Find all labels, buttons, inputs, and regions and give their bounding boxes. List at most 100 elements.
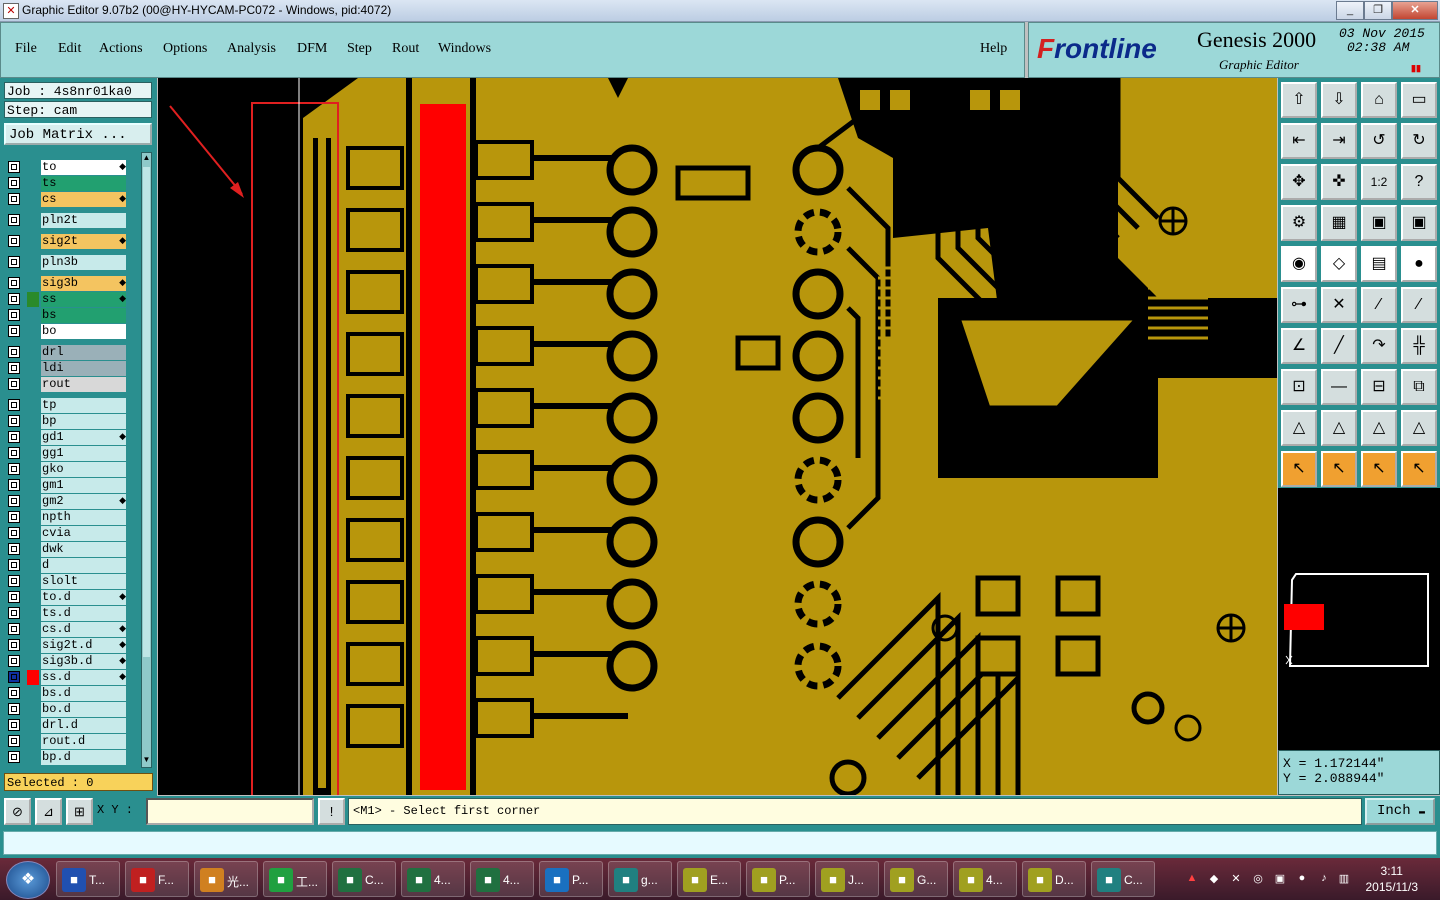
layer-checkbox[interactable]	[8, 325, 20, 337]
layer-name[interactable]: gm2	[41, 494, 126, 509]
layer-name[interactable]: bs	[41, 308, 126, 323]
menu-step[interactable]: Step	[347, 41, 372, 57]
angle-icon[interactable]: ∠	[1281, 328, 1317, 364]
taskbar-button[interactable]: ■ 4...	[470, 861, 534, 897]
highlighted-feature[interactable]	[420, 104, 466, 790]
overview-window[interactable]	[1278, 488, 1440, 750]
menu-actions[interactable]: Actions	[99, 41, 143, 57]
volume-icon[interactable]: ♪	[1317, 872, 1331, 886]
polygon-icon[interactable]: ◇	[1321, 246, 1357, 282]
menu-edit[interactable]: Edit	[58, 41, 81, 57]
layer-name[interactable]: cs	[41, 192, 126, 207]
layer-row-bp-d[interactable]: bp.d	[6, 750, 128, 765]
layer-row-cvia[interactable]: cvia	[6, 526, 128, 541]
triangle-icon[interactable]: △	[1281, 410, 1317, 446]
ruler-icon[interactable]: ▤	[1361, 246, 1397, 282]
center-icon[interactable]: ✜	[1321, 164, 1357, 200]
circle-icon[interactable]: ●	[1401, 246, 1437, 282]
layer-name[interactable]: pln2t	[41, 213, 126, 228]
clock[interactable]: 3:11 2015/11/3	[1366, 863, 1419, 895]
layer-checkbox[interactable]	[8, 751, 20, 763]
menu-file[interactable]: File	[15, 41, 37, 57]
layer-name[interactable]: tp	[41, 398, 126, 413]
taskbar-button[interactable]: ■ E...	[677, 861, 741, 897]
triangle-icon[interactable]: △	[1401, 410, 1437, 446]
taskbar-button[interactable]: ■ D...	[1022, 861, 1086, 897]
pan-left-icon[interactable]: ⇤	[1281, 123, 1317, 159]
taskbar-button[interactable]: ■ 光...	[194, 861, 258, 897]
cross-icon[interactable]: ✕	[1321, 287, 1357, 323]
layer-name[interactable]: bp	[41, 414, 126, 429]
taskbar-button[interactable]: ■ 4...	[953, 861, 1017, 897]
taskbar-button[interactable]: ■ J...	[815, 861, 879, 897]
tray-app-icon[interactable]: ◆	[1207, 872, 1221, 886]
layer-row-drl-d[interactable]: drl.d	[6, 718, 128, 733]
layer-name[interactable]: sig2t.d	[41, 638, 126, 653]
layer-row-rout-d[interactable]: rout.d	[6, 734, 128, 749]
layer-row-npth[interactable]: npth	[6, 510, 128, 525]
tray-app-icon[interactable]: ●	[1295, 872, 1309, 886]
triangle-icon[interactable]: △	[1321, 410, 1357, 446]
zoom-window-icon[interactable]: ▭	[1401, 82, 1437, 118]
layers-icon[interactable]: ▣	[1361, 205, 1397, 241]
layer-row-ss[interactable]: ss ◆	[6, 292, 128, 307]
layer-row-bo-d[interactable]: bo.d	[6, 702, 128, 717]
move-icon[interactable]: ⊡	[1281, 369, 1317, 405]
layer-checkbox[interactable]	[8, 193, 20, 205]
layer-name[interactable]: npth	[41, 510, 126, 525]
layer-row-ts-d[interactable]: ts.d	[6, 606, 128, 621]
layer-row-bo[interactable]: bo	[6, 324, 128, 339]
pointer-box-icon[interactable]: ↖	[1321, 451, 1357, 487]
net-icon[interactable]: ⊶	[1281, 287, 1317, 323]
layer-name[interactable]: ldi	[41, 361, 126, 376]
layer-checkbox[interactable]	[8, 495, 20, 507]
layer-name[interactable]: pln3b	[41, 255, 126, 270]
fit-all-icon[interactable]: ✥	[1281, 164, 1317, 200]
taskbar-button[interactable]: ■ 工...	[263, 861, 327, 897]
layer-name[interactable]: drl.d	[41, 718, 126, 733]
layer-checkbox[interactable]	[8, 479, 20, 491]
slash-icon[interactable]: ╱	[1321, 328, 1357, 364]
menu-rout[interactable]: Rout	[392, 41, 419, 57]
layer-checkbox[interactable]	[8, 463, 20, 475]
taskbar-button[interactable]: ■ 4...	[401, 861, 465, 897]
xy-input[interactable]	[146, 798, 314, 825]
tray-app-icon[interactable]: ✕	[1229, 872, 1243, 886]
layer-checkbox[interactable]	[8, 623, 20, 635]
layer-checkbox[interactable]	[8, 378, 20, 390]
scroll-down-icon[interactable]: ▼	[142, 755, 151, 767]
settings-icon[interactable]: ⚙	[1281, 205, 1317, 241]
layer-name[interactable]: gd1	[41, 430, 126, 445]
layer-name[interactable]: gm1	[41, 478, 126, 493]
layer-checkbox[interactable]	[8, 607, 20, 619]
layer-name[interactable]: dwk	[41, 542, 126, 557]
layer-checkbox[interactable]	[8, 399, 20, 411]
layer-name[interactable]: bo	[41, 324, 126, 339]
layer-list-scrollbar[interactable]: ▲ ▼	[141, 152, 152, 768]
layer-checkbox[interactable]	[8, 687, 20, 699]
layer-row-drl[interactable]: drl	[6, 345, 128, 360]
measure-icon[interactable]: ⊿	[35, 798, 62, 825]
scroll-thumb[interactable]	[143, 167, 150, 657]
tray-app-icon[interactable]: ▣	[1273, 872, 1287, 886]
pointer-path-icon[interactable]: ↖	[1401, 451, 1437, 487]
triangle-icon[interactable]: △	[1361, 410, 1397, 446]
layer-name[interactable]: to.d	[41, 590, 126, 605]
group-icon[interactable]: ⧉	[1401, 369, 1437, 405]
layer-name[interactable]: rout.d	[41, 734, 126, 749]
query-icon[interactable]: ?	[1401, 164, 1437, 200]
layer-checkbox[interactable]	[8, 575, 20, 587]
layer-row-to-d[interactable]: to.d ◆	[6, 590, 128, 605]
layer-name[interactable]: bo.d	[41, 702, 126, 717]
minimize-button[interactable]: _	[1336, 1, 1364, 20]
taskbar-button[interactable]: ■ T...	[56, 861, 120, 897]
layer-row-gm1[interactable]: gm1	[6, 478, 128, 493]
pointer-circle-icon[interactable]: ↖	[1361, 451, 1397, 487]
zoom-home-icon[interactable]: ⌂	[1361, 82, 1397, 118]
pad-icon[interactable]: ◉	[1281, 246, 1317, 282]
layer-name[interactable]: ss	[41, 292, 126, 307]
layer-checkbox[interactable]	[8, 591, 20, 603]
layer-checkbox[interactable]	[8, 346, 20, 358]
network-icon[interactable]: ▥	[1337, 872, 1351, 886]
pointer-icon[interactable]: ↖	[1281, 451, 1317, 487]
